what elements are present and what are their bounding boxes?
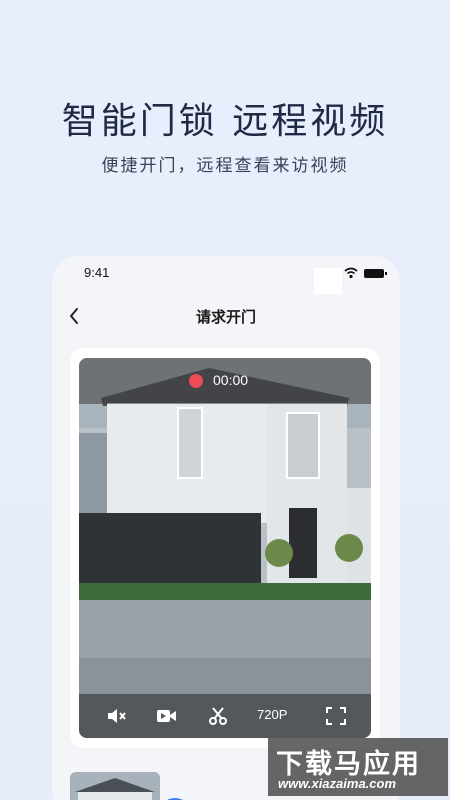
watermark-url: www.xiazaima.com <box>278 776 397 791</box>
video-feed[interactable]: 00:00 720P <box>79 358 371 738</box>
house-scene-image <box>79 358 371 738</box>
recording-time: 00:00 <box>213 372 249 388</box>
recording-dot <box>189 374 203 388</box>
nav-bar: 请求开门 <box>52 300 400 332</box>
watermark-logo: 下载马应用 www.xiazaima.com <box>268 738 448 796</box>
house-thumbnail-image <box>70 772 160 800</box>
battery-icon <box>364 269 387 278</box>
fullscreen-icon[interactable] <box>325 706 347 726</box>
snapshot-thumbnail[interactable] <box>70 772 160 800</box>
video-card: 00:00 720P <box>70 348 380 748</box>
video-controls: 720P <box>79 694 371 738</box>
status-blank-box <box>314 268 342 294</box>
page-title: 请求开门 <box>195 308 256 326</box>
video-camera-icon[interactable] <box>155 706 177 726</box>
recording-bar: 00:00 <box>79 358 371 404</box>
quality-label[interactable]: 720P <box>257 707 287 722</box>
scissors-icon[interactable] <box>207 706 229 726</box>
mute-icon[interactable] <box>105 706 127 726</box>
phone-mockup: 9:41 请求开门 00:00 720P <box>52 256 400 800</box>
status-time: 9:41 <box>84 265 110 280</box>
status-bar: 9:41 <box>52 256 400 294</box>
promo-headline: 智能门锁 远程视频 <box>61 101 389 142</box>
wifi-icon <box>344 267 358 279</box>
promo-subline: 便捷开门，远程查看来访视频 <box>101 156 349 176</box>
